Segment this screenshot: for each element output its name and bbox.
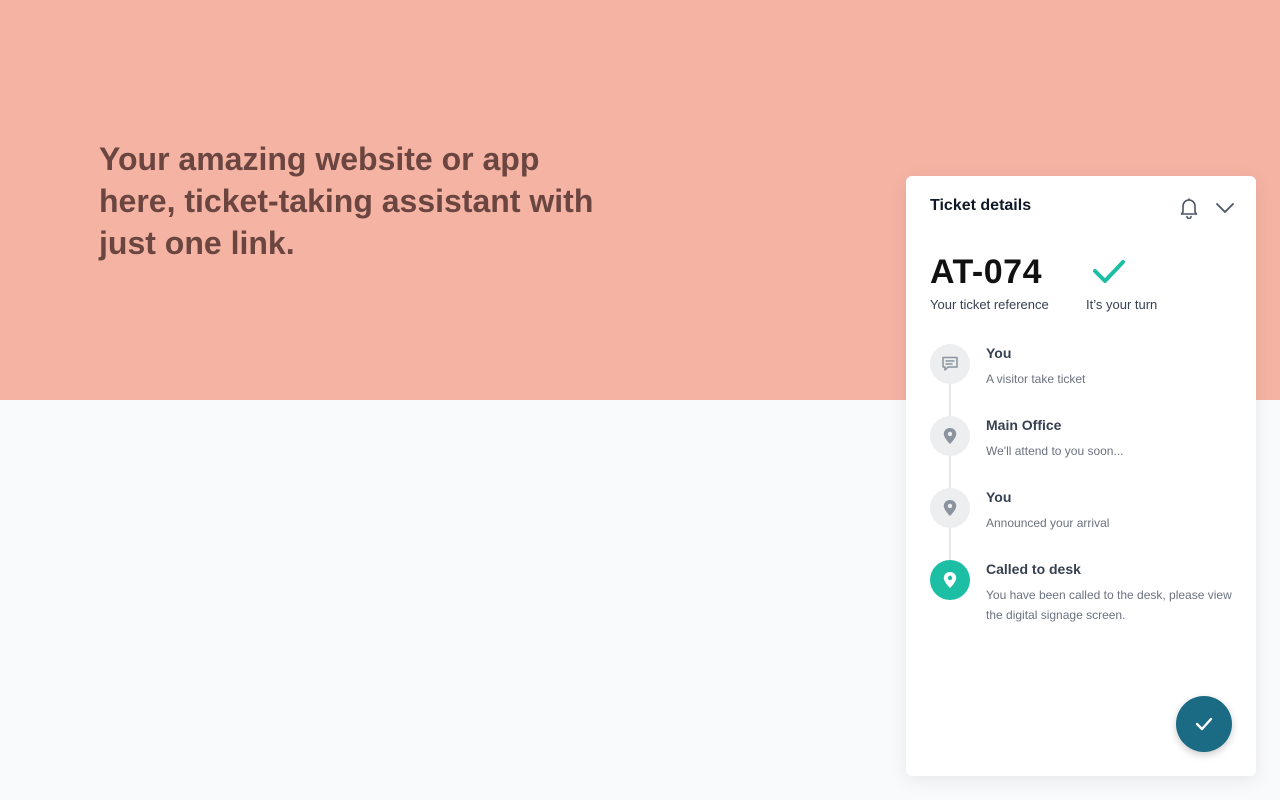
location-pin-icon bbox=[930, 488, 970, 528]
step-description: We'll attend to you soon... bbox=[986, 444, 1124, 458]
step-title: You bbox=[986, 489, 1012, 505]
step-description: Announced your arrival bbox=[986, 516, 1110, 530]
chevron-down-icon[interactable] bbox=[1212, 196, 1238, 220]
turn-status-label: It’s your turn bbox=[1086, 297, 1158, 312]
location-pin-icon bbox=[930, 560, 970, 600]
step-title: Called to desk bbox=[986, 561, 1081, 577]
confirm-button[interactable] bbox=[1176, 696, 1232, 752]
panel-title: Ticket details bbox=[930, 197, 1032, 214]
step-description: A visitor take ticket bbox=[986, 372, 1086, 386]
location-pin-icon bbox=[930, 416, 970, 456]
step-title: Main Office bbox=[986, 417, 1062, 433]
check-icon bbox=[1093, 260, 1125, 283]
ticket-details-panel: Ticket details AT-074 Your ticket refere… bbox=[906, 176, 1256, 776]
message-icon bbox=[930, 344, 970, 384]
hero-headline: Your amazing website or app here, ticket… bbox=[99, 141, 594, 261]
step-description: You have been called to the desk, please… bbox=[986, 588, 1232, 622]
check-icon bbox=[1195, 717, 1213, 731]
ticket-reference: AT-074 bbox=[930, 253, 1042, 291]
step-title: You bbox=[986, 345, 1012, 361]
ticket-reference-label: Your ticket reference bbox=[930, 297, 1049, 312]
bell-icon[interactable] bbox=[1176, 196, 1202, 220]
timeline-connector bbox=[949, 376, 951, 566]
